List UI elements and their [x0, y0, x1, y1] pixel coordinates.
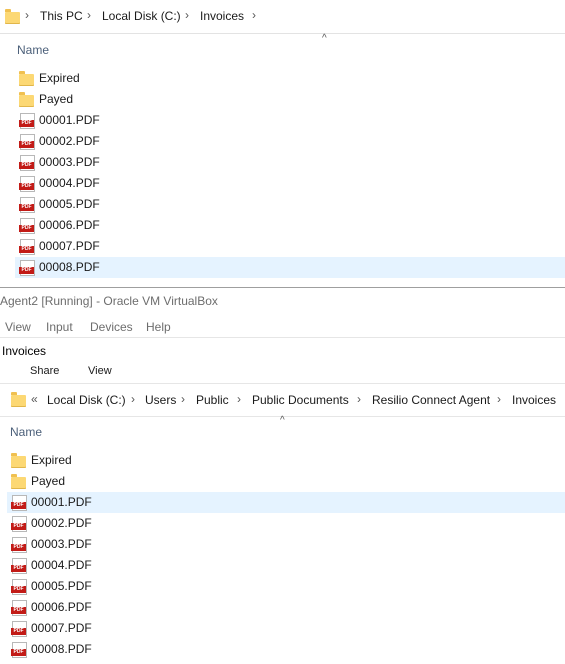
file-item[interactable]: PDF 00002.PDF	[15, 131, 565, 152]
file-item[interactable]: PDF 00002.PDF	[7, 513, 565, 534]
pdf-file-icon: PDF	[11, 579, 27, 595]
menu-view[interactable]: View	[5, 320, 31, 334]
pdf-file-icon: PDF	[11, 558, 27, 574]
folder-name: Payed	[39, 92, 74, 106]
pdf-file-icon: PDF	[19, 134, 35, 150]
pdf-file-icon: PDF	[19, 113, 35, 129]
menu-help[interactable]: Help	[146, 320, 171, 334]
chevron-right-icon[interactable]: ›	[131, 392, 135, 406]
folder-icon	[19, 71, 34, 86]
folder-item[interactable]: Payed	[15, 89, 565, 110]
breadcrumb-users[interactable]: Users	[145, 393, 176, 407]
chevron-right-icon[interactable]: ›	[237, 392, 241, 406]
file-name: 00004.PDF	[39, 176, 100, 190]
folder-icon	[11, 453, 26, 468]
pdf-file-icon: PDF	[19, 218, 35, 234]
folder-icon	[11, 474, 26, 489]
chevron-right-icon[interactable]: ›	[497, 392, 501, 406]
pdf-file-icon: PDF	[19, 239, 35, 255]
file-item[interactable]: PDF 00005.PDF	[15, 194, 565, 215]
chevron-right-icon[interactable]: ›	[185, 8, 189, 22]
breadcrumb-invoices[interactable]: Invoices	[200, 9, 244, 23]
file-name: 00002.PDF	[39, 134, 100, 148]
pdf-file-icon: PDF	[19, 260, 35, 276]
folder-name: Expired	[39, 71, 80, 85]
pdf-file-icon: PDF	[11, 621, 27, 637]
column-header-name[interactable]: Name	[17, 43, 49, 57]
menu-input[interactable]: Input	[46, 320, 73, 334]
pdf-file-icon: PDF	[19, 176, 35, 192]
pdf-file-icon: PDF	[11, 537, 27, 553]
breadcrumb-local-disk[interactable]: Local Disk (C:)	[102, 9, 181, 23]
folder-icon	[19, 92, 34, 107]
pdf-file-icon: PDF	[19, 197, 35, 213]
file-item[interactable]: PDF 00007.PDF	[7, 618, 565, 639]
file-item[interactable]: PDF 00004.PDF	[15, 173, 565, 194]
file-name: 00004.PDF	[31, 558, 92, 572]
file-item[interactable]: PDF 00006.PDF	[7, 597, 565, 618]
breadcrumb-this-pc[interactable]: This PC	[40, 9, 83, 23]
file-item[interactable]: PDF 00001.PDF	[15, 110, 565, 131]
pdf-file-icon: PDF	[11, 495, 27, 511]
column-header-name[interactable]: Name	[10, 425, 42, 439]
file-name: 00008.PDF	[31, 642, 92, 656]
file-name: 00005.PDF	[31, 579, 92, 593]
pdf-file-icon: PDF	[11, 642, 27, 658]
chevron-right-icon[interactable]: ›	[25, 8, 29, 22]
file-item[interactable]: PDF 00005.PDF	[7, 576, 565, 597]
folder-item[interactable]: Expired	[15, 68, 565, 89]
chevron-right-icon[interactable]: ›	[87, 8, 91, 22]
sort-up-icon: ^	[322, 33, 327, 44]
file-item[interactable]: PDF 00003.PDF	[15, 152, 565, 173]
file-name: 00007.PDF	[31, 621, 92, 635]
pdf-file-icon: PDF	[19, 155, 35, 171]
pdf-file-icon: PDF	[11, 600, 27, 616]
file-name: 00003.PDF	[39, 155, 100, 169]
chevron-right-icon[interactable]: ›	[252, 8, 256, 22]
file-name: 00008.PDF	[39, 260, 100, 274]
file-item[interactable]: PDF 00008.PDF	[15, 257, 565, 278]
folder-name: Expired	[31, 453, 72, 467]
breadcrumb-resilio-connect-agent[interactable]: Resilio Connect Agent	[372, 393, 490, 407]
menu-devices[interactable]: Devices	[90, 320, 133, 334]
chevron-right-icon[interactable]: ›	[357, 392, 361, 406]
breadcrumb-local-disk[interactable]: Local Disk (C:)	[47, 393, 126, 407]
file-name: 00007.PDF	[39, 239, 100, 253]
folder-item[interactable]: Payed	[7, 471, 565, 492]
file-name: 00005.PDF	[39, 197, 100, 211]
folder-item[interactable]: Expired	[7, 450, 565, 471]
folder-name: Payed	[31, 474, 66, 488]
breadcrumb-public[interactable]: Public	[196, 393, 229, 407]
breadcrumb-invoices[interactable]: Invoices	[512, 393, 556, 407]
folder-icon	[5, 9, 20, 24]
file-item[interactable]: PDF 00004.PDF	[7, 555, 565, 576]
file-item[interactable]: PDF 00006.PDF	[15, 215, 565, 236]
folder-icon	[11, 392, 26, 407]
file-name: 00003.PDF	[31, 537, 92, 551]
top-address-bar[interactable]: › This PC › Local Disk (C:) › Invoices ›	[0, 0, 565, 34]
chevron-right-icon[interactable]: ›	[181, 392, 185, 406]
file-name: 00006.PDF	[31, 600, 92, 614]
file-item[interactable]: PDF 00001.PDF	[7, 492, 565, 513]
tab-share[interactable]: Share	[30, 365, 59, 377]
explorer-window-title: Invoices	[2, 344, 47, 358]
vbox-address-bar[interactable]: « Local Disk (C:) › Users › Public › Pub…	[0, 383, 565, 417]
breadcrumb-public-documents[interactable]: Public Documents	[252, 393, 349, 407]
pdf-file-icon: PDF	[11, 516, 27, 532]
sort-up-icon: ^	[280, 415, 285, 426]
tab-view[interactable]: View	[88, 365, 112, 377]
guest-title-bar: Invoices	[0, 337, 565, 360]
file-item[interactable]: PDF 00003.PDF	[7, 534, 565, 555]
virtualbox-title-bar[interactable]: Agent2 [Running] - Oracle VM VirtualBox	[0, 287, 565, 316]
file-name: 00002.PDF	[31, 516, 92, 530]
window-title: Agent2 [Running] - Oracle VM VirtualBox	[0, 294, 218, 308]
file-name: 00006.PDF	[39, 218, 100, 232]
file-name: 00001.PDF	[31, 495, 92, 509]
file-item[interactable]: PDF 00007.PDF	[15, 236, 565, 257]
overflow-chevron-icon[interactable]: «	[31, 392, 38, 406]
file-item[interactable]: PDF 00008.PDF	[7, 639, 565, 660]
file-name: 00001.PDF	[39, 113, 100, 127]
